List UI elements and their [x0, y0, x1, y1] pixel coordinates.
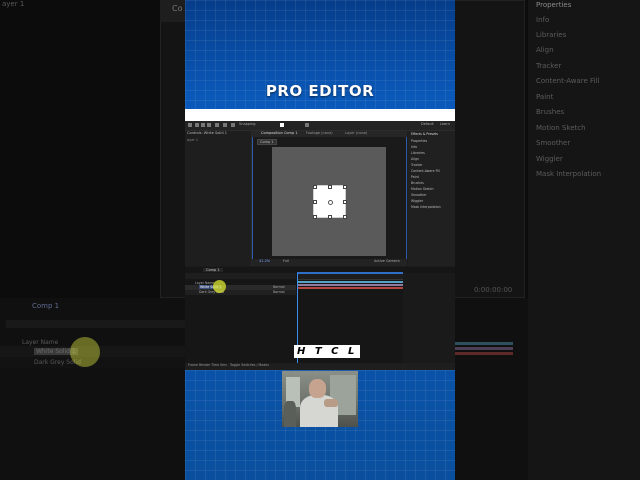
background-layer-bars	[455, 342, 513, 358]
panel-item-content-aware-fill[interactable]: Content-Aware Fill	[411, 169, 440, 173]
panel-item-paint[interactable]: Paint	[411, 175, 419, 179]
panel-item-mask-interpolation[interactable]: Mask Interpolation	[411, 205, 441, 209]
panel-item-motion-sketch[interactable]: Motion Sketch	[411, 187, 434, 191]
fill-swatch-icon[interactable]	[280, 123, 284, 127]
panel-item-wiggler[interactable]: Wiggler	[536, 155, 563, 163]
workspace-learn[interactable]: Learn	[440, 122, 450, 126]
effects-presets-title[interactable]: Effects & Presets	[411, 132, 438, 136]
anchor-point-icon[interactable]	[328, 200, 333, 205]
panel-item-align[interactable]: Align	[536, 46, 554, 54]
transform-handle[interactable]	[343, 215, 347, 219]
transform-handle[interactable]	[343, 200, 347, 204]
home-icon[interactable]	[188, 123, 192, 127]
panel-item-brushes[interactable]: Brushes	[411, 181, 424, 185]
resolution-dropdown[interactable]: Full	[283, 259, 289, 263]
transform-handle[interactable]	[343, 185, 347, 189]
panel-item-tracker[interactable]: Tracker	[536, 62, 561, 70]
layer-duration-bar[interactable]	[298, 284, 403, 286]
panel-item-wiggler[interactable]: Wiggler	[411, 199, 423, 203]
transform-handle[interactable]	[328, 215, 332, 219]
background-comp-tab[interactable]: Comp 1	[32, 302, 59, 310]
timeline-header	[185, 273, 296, 279]
background-layer-label: ayer 1	[2, 0, 25, 8]
title-divider	[185, 109, 455, 121]
toggle-switches-modes[interactable]: Toggle Switches / Modes	[230, 363, 269, 367]
effect-controls-layer: ayer 1	[187, 138, 199, 142]
comp-breadcrumb[interactable]: Comp 1	[257, 139, 277, 145]
background-layer-name-header: Layer Name	[22, 339, 59, 346]
transform-handle[interactable]	[313, 185, 317, 189]
stroke-swatch-icon[interactable]	[305, 123, 309, 127]
time-ruler[interactable]	[297, 273, 403, 280]
cursor-highlight	[213, 280, 226, 293]
panel-item-motion-sketch[interactable]: Motion Sketch	[536, 124, 586, 132]
work-area-bar[interactable]	[297, 272, 403, 274]
panel-item-align[interactable]: Align	[411, 157, 419, 161]
panel-item-brushes[interactable]: Brushes	[536, 108, 564, 116]
tab-composition[interactable]: Composition Comp 1	[261, 131, 298, 135]
pen-tool-icon[interactable]	[223, 123, 227, 127]
panel-item-mask-interpolation[interactable]: Mask Interpolation	[536, 170, 601, 178]
panel-item-properties[interactable]: Properties	[411, 139, 427, 143]
cursor-highlight	[70, 337, 100, 367]
video-frame: PRO EDITOR Snapping Default Learn Contro…	[185, 0, 455, 480]
zoom-tool-icon[interactable]	[207, 123, 211, 127]
panel-item-content-aware-fill[interactable]: Content-Aware Fill	[536, 77, 599, 85]
timeline-empty-area	[403, 273, 455, 370]
transform-handle[interactable]	[313, 215, 317, 219]
tab-footage[interactable]: Footage (none)	[306, 131, 333, 135]
tab-layer[interactable]: Layer (none)	[345, 131, 367, 135]
layer-duration-bar[interactable]	[298, 281, 403, 283]
panel-item-libraries[interactable]: Libraries	[536, 31, 566, 39]
zoom-dropdown[interactable]: 41.2%	[259, 259, 270, 263]
properties-title: Properties	[536, 1, 572, 9]
effect-controls-title[interactable]: Controls: White Solid 1	[187, 131, 227, 135]
selection-tool-icon[interactable]	[195, 123, 199, 127]
render-time-label: Frame Render Time 0ms	[188, 363, 227, 367]
transform-handle[interactable]	[313, 200, 317, 204]
camera-dropdown[interactable]: Active Camera	[374, 259, 400, 263]
panel-item-smoother[interactable]: Smoother	[536, 139, 570, 147]
hand-tool-icon[interactable]	[201, 123, 205, 127]
panel-item-libraries[interactable]: Libraries	[411, 151, 425, 155]
effect-controls-panel	[185, 131, 252, 266]
background-person	[284, 401, 296, 427]
video-caption: H T C L	[294, 345, 361, 358]
background-properties-panel: Properties Info Libraries Align Tracker …	[528, 0, 640, 480]
embedded-app: Snapping Default Learn Controls: White S…	[185, 121, 455, 370]
panel-item-paint[interactable]: Paint	[536, 93, 553, 101]
transform-handle[interactable]	[328, 185, 332, 189]
layer-duration-bar[interactable]	[298, 287, 403, 289]
background-timecode: 0:00:00:00	[474, 286, 513, 294]
panel-item-tracker[interactable]: Tracker	[411, 163, 423, 167]
blend-mode-dropdown[interactable]: Normal	[273, 285, 285, 289]
reaction-image	[282, 371, 358, 427]
blend-mode-dropdown[interactable]: Normal	[273, 290, 285, 294]
person-head	[309, 379, 326, 398]
workspace-default[interactable]: Default	[421, 122, 434, 126]
panel-item-info[interactable]: Info	[411, 145, 417, 149]
background-search-input[interactable]	[6, 320, 186, 328]
timeline-comp-tab[interactable]: Comp 1	[203, 268, 223, 272]
rotate-tool-icon[interactable]	[215, 123, 219, 127]
video-title: PRO EDITOR	[265, 82, 375, 100]
toolbar	[185, 121, 455, 131]
snapping-toggle[interactable]: Snapping	[239, 122, 255, 126]
person-arm	[324, 399, 338, 407]
panel-item-info[interactable]: Info	[536, 16, 549, 24]
panel-item-smoother[interactable]: Smoother	[411, 193, 427, 197]
text-tool-icon[interactable]	[231, 123, 235, 127]
